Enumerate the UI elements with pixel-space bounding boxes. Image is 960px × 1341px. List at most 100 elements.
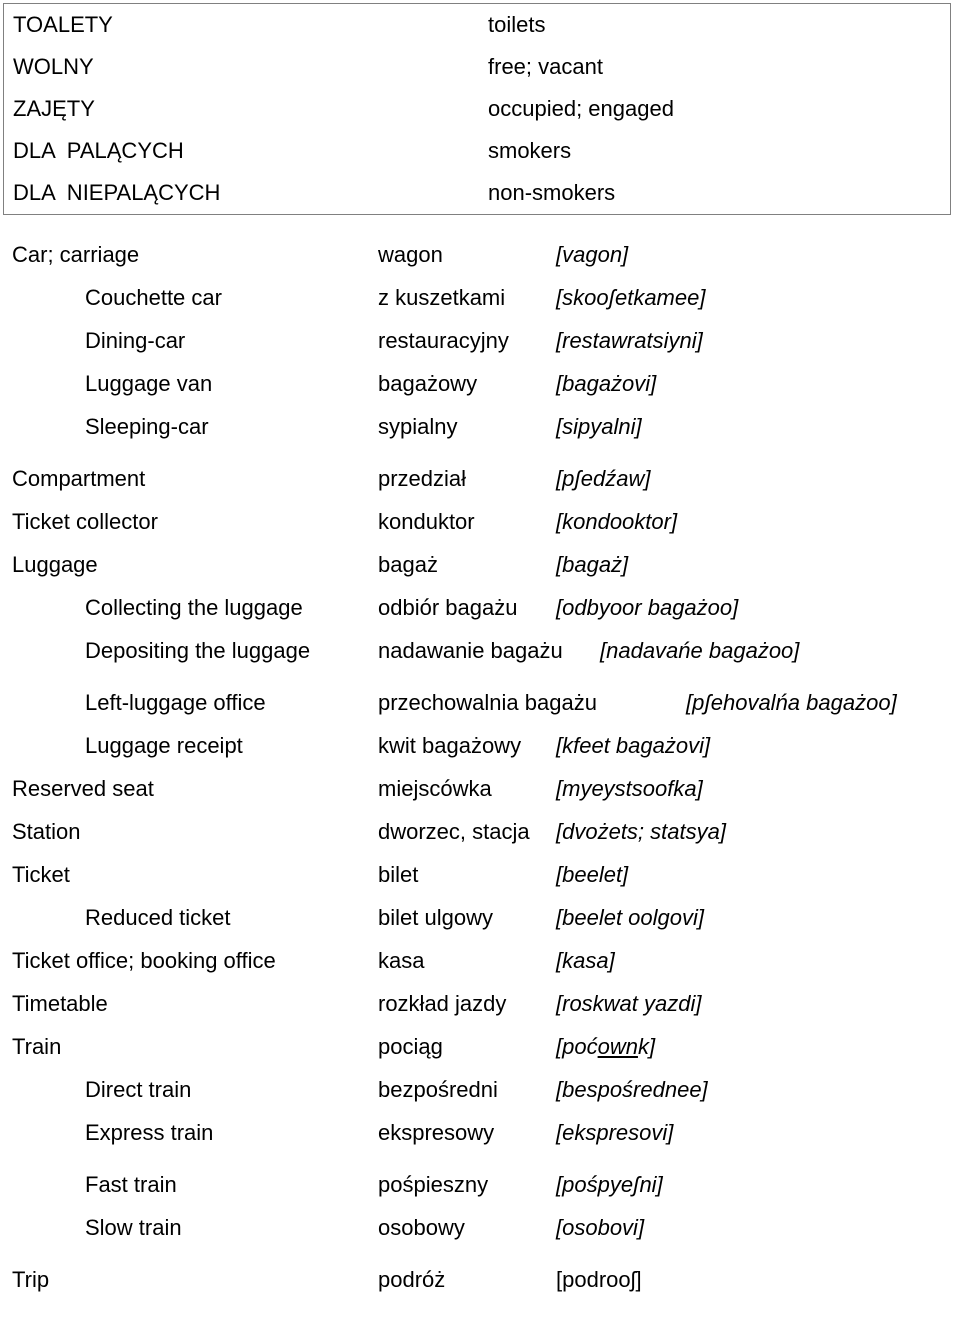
sign-row: WOLNY free; vacant — [4, 46, 950, 88]
glossary-english: Depositing the luggage — [85, 638, 311, 663]
glossary-transcription: [kasa] — [556, 948, 615, 973]
glossary-polish: bagażowy — [378, 371, 478, 396]
glossary-polish: przedział — [378, 466, 467, 491]
glossary-english: Ticket — [12, 862, 70, 887]
sign-english-term: occupied; engaged — [488, 96, 674, 121]
sign-polish-term: DLA PALĄCYCH — [13, 138, 184, 163]
glossary-polish: bilet ulgowy — [378, 905, 493, 930]
glossary-list: Car; carriage wagon [vagon] Couchette ca… — [0, 233, 960, 1301]
glossary-transcription: [ekspresovi] — [556, 1120, 674, 1145]
glossary-polish: sypialny — [378, 414, 458, 439]
glossary-transcription: [roskwat yazdi] — [556, 991, 702, 1016]
glossary-transcription: [dvożets; statsya] — [556, 819, 726, 844]
glossary-polish: podróż — [378, 1267, 446, 1292]
glossary-english: Luggage — [12, 552, 98, 577]
glossary-transcription: [pʃehovalńa bagażoo] — [686, 690, 897, 715]
glossary-row: Express train ekspresowy [ekspresovi] — [0, 1111, 960, 1154]
glossary-row: Left-luggage office przechowalnia bagażu… — [0, 681, 960, 724]
glossary-transcription: [beelet oolgovi] — [556, 905, 704, 930]
sign-polish-term: WOLNY — [13, 54, 94, 79]
glossary-polish: wagon — [378, 242, 443, 267]
glossary-polish: pośpieszny — [378, 1172, 489, 1197]
document-page: TOALETY toilets WOLNY free; vacant ZAJĘT… — [0, 0, 960, 1341]
glossary-transcription: [kfeet bagażovi] — [556, 733, 711, 758]
sign-row: DLA NIEPALĄCYCH non-smokers — [4, 172, 950, 214]
glossary-transcription: [sipyalni] — [556, 414, 642, 439]
glossary-english: Fast train — [85, 1172, 177, 1197]
sign-english-term: non-smokers — [488, 180, 616, 205]
glossary-row: Reserved seat miejscówka [myeystsoofka] — [0, 767, 960, 810]
glossary-english: Direct train — [85, 1077, 192, 1102]
glossary-english: Station — [12, 819, 81, 844]
glossary-english: Compartment — [12, 466, 146, 491]
glossary-polish: przechowalnia bagażu — [378, 690, 597, 715]
glossary-transcription: [myeystsoofka] — [556, 776, 703, 801]
glossary-english: Left-luggage office — [85, 690, 266, 715]
glossary-row: Depositing the luggage nadawanie bagażu … — [0, 629, 960, 672]
glossary-transcription: [restawratsiyni] — [556, 328, 703, 353]
glossary-row: Ticket bilet [beelet] — [0, 853, 960, 896]
sign-english-term: toilets — [488, 12, 546, 37]
glossary-polish: dworzec, stacja — [378, 819, 530, 844]
glossary-polish: odbiór bagażu — [378, 595, 518, 620]
glossary-polish: bilet — [378, 862, 419, 887]
sign-row: TOALETY toilets — [4, 4, 950, 46]
glossary-polish: kwit bagażowy — [378, 733, 522, 758]
glossary-english: Timetable — [12, 991, 108, 1016]
glossary-transcription: [vagon] — [556, 242, 629, 267]
glossary-transcription: [bagaż] — [556, 552, 629, 577]
glossary-english: Sleeping-car — [85, 414, 209, 439]
sign-row: DLA PALĄCYCH smokers — [4, 130, 950, 172]
glossary-polish: osobowy — [378, 1215, 465, 1240]
sign-row: ZAJĘTY occupied; engaged — [4, 88, 950, 130]
glossary-row: Sleeping-car sypialny [sipyalni] — [0, 405, 960, 448]
glossary-english: Ticket office; booking office — [12, 948, 276, 973]
glossary-english: Reserved seat — [12, 776, 154, 801]
glossary-english: Slow train — [85, 1215, 182, 1240]
glossary-polish: restauracyjny — [378, 328, 509, 353]
sign-polish-term: TOALETY — [13, 12, 113, 37]
glossary-transcription: [nadavańe bagażoo] — [600, 638, 800, 663]
glossary-polish: konduktor — [378, 509, 475, 534]
glossary-row: Reduced ticket bilet ulgowy [beelet oolg… — [0, 896, 960, 939]
glossary-english: Car; carriage — [12, 242, 140, 267]
glossary-polish: ekspresowy — [378, 1120, 495, 1145]
sign-english-term: smokers — [488, 138, 572, 163]
glossary-row: Luggage bagaż [bagaż] — [0, 543, 960, 586]
glossary-row: Compartment przedział [pʃedźaw] — [0, 457, 960, 500]
glossary-english: Express train — [85, 1120, 214, 1145]
glossary-polish: bagaż — [378, 552, 438, 577]
glossary-row: Station dworzec, stacja [dvożets; statsy… — [0, 810, 960, 853]
glossary-transcription: [bagażovi] — [556, 371, 657, 396]
glossary-row: Luggage van bagażowy [bagażovi] — [0, 362, 960, 405]
glossary-polish: pociąg — [378, 1034, 443, 1059]
glossary-polish: kasa — [378, 948, 425, 973]
glossary-row: Train pociąg [poćownk] — [0, 1025, 960, 1068]
glossary-english: Dining-car — [85, 328, 186, 353]
glossary-english: Collecting the luggage — [85, 595, 303, 620]
glossary-transcription: [pʃedźaw] — [556, 466, 651, 491]
glossary-transcription: [pośpyeʃni] — [556, 1172, 663, 1197]
glossary-row: Slow train osobowy [osobovi] — [0, 1206, 960, 1249]
glossary-row: Couchette car z kuszetkami [skooʃetkamee… — [0, 276, 960, 319]
glossary-row: Fast train pośpieszny [pośpyeʃni] — [0, 1163, 960, 1206]
glossary-english: Reduced ticket — [85, 905, 231, 930]
glossary-polish: bezpośredni — [378, 1077, 498, 1102]
sign-vocabulary-box: TOALETY toilets WOLNY free; vacant ZAJĘT… — [3, 3, 951, 215]
glossary-english: Train — [12, 1034, 62, 1059]
glossary-transcription: [beelet] — [556, 862, 629, 887]
glossary-transcription: [podrooʃ] — [556, 1267, 642, 1292]
glossary-polish: miejscówka — [378, 776, 492, 801]
sign-polish-term: ZAJĘTY — [13, 96, 95, 121]
glossary-row: Trip podróż [podrooʃ] — [0, 1258, 960, 1301]
glossary-transcription: [bespośrednee] — [556, 1077, 708, 1102]
glossary-transcription: [odbyoor bagażoo] — [556, 595, 739, 620]
glossary-transcription: [kondooktor] — [556, 509, 678, 534]
glossary-row: Ticket collector konduktor [kondooktor] — [0, 500, 960, 543]
glossary-polish: z kuszetkami — [378, 285, 506, 310]
sign-polish-term: DLA NIEPALĄCYCH — [13, 180, 221, 205]
transcription-post: k] — [637, 1034, 656, 1059]
glossary-english: Couchette car — [85, 285, 222, 310]
glossary-row: Luggage receipt kwit bagażowy [kfeet bag… — [0, 724, 960, 767]
glossary-row: Collecting the luggage odbiór bagażu [od… — [0, 586, 960, 629]
